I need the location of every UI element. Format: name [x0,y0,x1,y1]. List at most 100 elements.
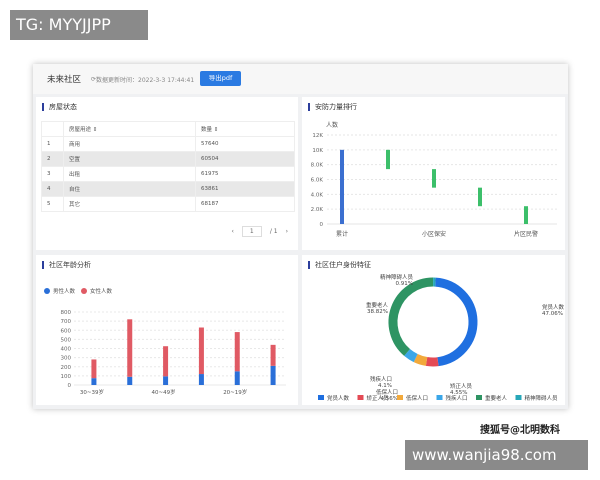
legend-marker [397,395,403,400]
pagination: ‹ 1 / 1 › [231,226,288,237]
slice-percent: 4.1% [378,383,392,389]
tg-banner: TG: MYYJJPP [10,10,148,40]
table-cell: 1 [41,136,64,152]
security-panel: 安防力量排行 人数 0 2.0K 4.0K 6.0K 8.0K 10K 12K 累计 小区保安 片区… [302,97,565,250]
table-cell: 60504 [195,151,295,167]
y-axis-label: 人数 [326,121,338,129]
x-tick-label: 片区民警 [514,230,538,238]
header: 未来社区 ⟳ 数据更新时间：2022-3-3 17:44:41 导出pdf [33,64,568,94]
legend-marker [81,288,87,294]
x-tick-label: 累计 [336,230,348,238]
legend-label: 女性人数 [90,287,113,295]
legend-label: 矫正人员 [367,394,390,402]
table-row[interactable]: 5 其它 68187 [41,196,295,212]
housing-panel: 房屋状态 房屋用途 ⇕ 数量 ⇕ 1 商用 57640 2 空置 60504 3 出租 6197… [36,97,298,250]
slice-label: 党员人数 [542,303,565,311]
col-count[interactable]: 数量 ⇕ [195,121,295,137]
legend-marker [318,395,324,400]
legend-label: 重要老人 [485,394,508,402]
dashboard: 未来社区 ⟳ 数据更新时间：2022-3-3 17:44:41 导出pdf 房屋… [33,64,568,409]
waterfall-bar [340,149,344,224]
table-cell: 3 [41,166,64,182]
y-tick-label: 800 [61,310,72,316]
slice-label: 重要老人 [366,301,389,309]
page-input[interactable]: 1 [241,226,262,237]
stacked-bar [198,327,204,375]
y-tick-label: 8.0K [311,163,324,169]
y-tick-label: 0 [320,222,324,228]
y-tick-label: 10K [312,148,323,154]
identity-panel: 社区住户身份特征 党员人数 47.06% 矫正人员 4.55% 低保人口 4.56% 残疾人… [302,255,565,405]
donut-slice [434,277,478,367]
export-pdf-button[interactable]: 导出pdf [200,71,241,86]
y-tick-label: 0 [68,383,72,389]
next-page-button[interactable]: › [286,228,288,235]
stacked-bar [127,319,133,377]
url-banner: www.wanjia98.com [405,440,588,470]
housing-table: 房屋用途 ⇕ 数量 ⇕ 1 商用 57640 2 空置 60504 3 出租 61975 4 自住 6… [41,121,295,212]
y-tick-label: 300 [61,356,72,362]
x-tick-label: 20~19岁 [223,388,247,396]
legend-marker [44,288,50,294]
x-tick-label: 小区保安 [422,230,446,238]
y-tick-label: 12K [312,133,323,139]
security-chart: 人数 0 2.0K 4.0K 6.0K 8.0K 10K 12K 累计 小区保安 片区民警 [311,121,557,238]
slice-label: 精神障碍人员 [380,273,414,281]
table-cell: 其它 [63,196,196,212]
y-tick-label: 2.0K [311,207,324,213]
legend-marker [357,395,364,400]
table-cell: 57640 [195,136,295,152]
legend-marker [515,395,522,400]
table-cell: 空置 [63,151,196,167]
legend-label: 精神障碍人员 [525,394,559,402]
update-time: 数据更新时间：2022-3-3 17:44:41 [96,76,195,84]
table-row[interactable]: 1 商用 57640 [41,136,295,152]
legend-marker [436,395,443,400]
x-tick-label: 30~39岁 [80,388,104,396]
x-tick-label: 40~49岁 [152,388,176,396]
legend-marker [476,395,482,400]
page-total: / 1 [269,228,278,235]
table-cell: 5 [41,196,64,212]
donut-slice [388,277,434,356]
table-cell: 68187 [195,196,295,212]
col-usage[interactable]: 房屋用途 ⇕ [63,121,196,137]
slice-label: 低保人口 [376,388,398,396]
col-index [41,121,64,137]
stacked-bar [127,376,133,385]
table-cell: 出租 [63,166,196,182]
table-row[interactable]: 3 出租 61975 [41,166,295,182]
legend-label: 低保人口 [406,394,428,402]
y-tick-label: 600 [61,328,72,334]
stacked-bar [163,346,169,377]
table-cell: 4 [41,181,64,197]
slice-label: 矫正人员 [450,382,473,390]
y-tick-label: 100 [61,374,72,380]
table-row[interactable]: 2 空置 60504 [41,151,295,167]
stacked-bar [91,378,97,385]
table-cell: 商用 [63,136,196,152]
identity-chart: 党员人数47.06%矫正人员4.55%低保人口4.56%残疾人口4.1%重要老人… [318,273,565,402]
y-tick-label: 700 [61,319,72,325]
y-tick-label: 400 [61,347,72,353]
slice-label: 残疾人口 [370,375,392,383]
donut-slice [404,348,418,363]
slice-percent: 0.91% [396,281,413,287]
age-chart: 男性人数 女性人数 0 100 200 300 400 500 600 700 800 30~39岁 4… [44,287,286,396]
y-tick-label: 500 [61,337,72,343]
slice-percent: 47.06% [542,311,563,317]
stacked-bar [270,344,276,366]
table-row[interactable]: 4 自住 63861 [41,181,295,197]
waterfall-bar [386,149,390,170]
y-tick-label: 4.0K [311,192,324,198]
stacked-bar [234,371,240,385]
waterfall-bar [432,169,436,188]
table-cell: 2 [41,151,64,167]
y-tick-label: 200 [61,365,72,371]
table-cell: 61975 [195,166,295,182]
waterfall-bar [478,187,482,207]
age-panel: 社区年龄分析 男性人数 女性人数 0 100 200 300 400 500 600 700 800… [36,255,298,405]
prev-page-button[interactable]: ‹ [231,228,233,235]
legend-label: 党员人数 [327,394,350,402]
legend-label: 残疾人口 [446,394,468,402]
